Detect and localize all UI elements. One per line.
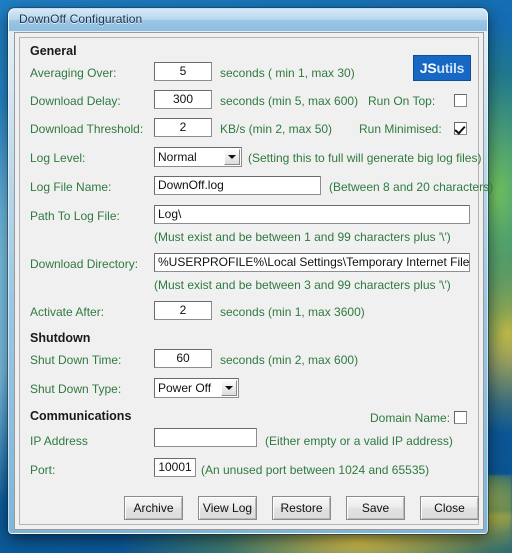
- save-button[interactable]: Save: [346, 496, 405, 520]
- view-log-button[interactable]: View Log: [198, 496, 257, 520]
- archive-button[interactable]: Archive: [124, 496, 183, 520]
- hint-log-level: (Setting this to full will generate big …: [248, 151, 482, 165]
- input-download-delay[interactable]: 300: [154, 90, 212, 109]
- checkbox-run-on-top[interactable]: [454, 94, 467, 107]
- input-shut-down-time[interactable]: 60: [154, 349, 212, 368]
- window-title: DownOff Configuration: [19, 12, 143, 26]
- label-port: Port:: [30, 463, 56, 477]
- chevron-down-icon[interactable]: [224, 149, 240, 165]
- group-title-shutdown: Shutdown: [30, 331, 91, 345]
- label-domain-name: Domain Name:: [370, 411, 451, 425]
- group-title-communications: Communications: [30, 409, 132, 423]
- downoff-configuration-window: DownOff Configuration General JS utils Av…: [8, 8, 493, 534]
- hint-activate-after: seconds (min 1, max 3600): [220, 305, 365, 319]
- label-ip-address: IP Address: [30, 434, 88, 448]
- restore-button[interactable]: Restore: [272, 496, 331, 520]
- hint-ip-address: (Either empty or a valid IP address): [265, 434, 453, 448]
- dropdown-log-level-value: Normal: [158, 150, 197, 164]
- settings-panel: General JS utils Averaging Over: 5 second…: [19, 37, 493, 525]
- hint-path-to-log-file: (Must exist and be between 1 and 99 char…: [154, 230, 451, 244]
- hint-download-threshold: KB/s (min 2, max 50): [220, 122, 333, 136]
- label-log-level: Log Level:: [30, 151, 86, 165]
- window-titlebar[interactable]: DownOff Configuration: [9, 9, 487, 31]
- logo-text-utils: utils: [436, 60, 465, 76]
- input-download-threshold[interactable]: 2: [154, 118, 212, 137]
- dropdown-shut-down-type-value: Power Off: [158, 381, 212, 395]
- label-shut-down-type: Shut Down Type:: [30, 382, 122, 396]
- label-run-on-top: Run On Top:: [368, 94, 436, 108]
- checkbox-run-minimised[interactable]: [454, 122, 467, 135]
- input-path-to-log-file[interactable]: Log\: [154, 205, 470, 224]
- input-download-directory[interactable]: %USERPROFILE%\Local Settings\Temporary I…: [154, 253, 470, 272]
- label-download-directory: Download Directory:: [30, 257, 139, 271]
- hint-log-file-name: (Between 8 and 20 characters): [329, 180, 494, 194]
- input-ip-address[interactable]: [154, 428, 257, 447]
- hint-averaging-over: seconds ( min 1, max 30): [220, 66, 355, 80]
- input-activate-after[interactable]: 2: [154, 301, 212, 320]
- chevron-down-icon[interactable]: [221, 380, 237, 396]
- hint-download-directory: (Must exist and be between 3 and 99 char…: [154, 278, 451, 292]
- close-button[interactable]: Close: [420, 496, 479, 520]
- label-path-to-log-file: Path To Log File:: [30, 209, 120, 223]
- label-run-minimised: Run Minimised:: [359, 122, 442, 136]
- dropdown-log-level[interactable]: Normal: [154, 147, 242, 167]
- label-log-file-name: Log File Name:: [30, 180, 112, 194]
- jsutils-logo: JS utils: [413, 55, 471, 81]
- logo-text-js: JS: [419, 60, 437, 76]
- checkbox-domain-name[interactable]: [454, 411, 467, 424]
- window-client-area: General JS utils Averaging Over: 5 second…: [14, 32, 493, 530]
- input-port[interactable]: 10001: [154, 458, 196, 477]
- label-averaging-over: Averaging Over:: [30, 66, 117, 80]
- input-averaging-over[interactable]: 5: [154, 62, 212, 81]
- group-title-general: General: [30, 44, 77, 58]
- dropdown-shut-down-type[interactable]: Power Off: [154, 378, 239, 398]
- hint-download-delay: seconds (min 5, max 600): [220, 94, 359, 108]
- label-activate-after: Activate After:: [30, 305, 105, 319]
- label-download-threshold: Download Threshold:: [30, 122, 144, 136]
- input-log-file-name[interactable]: DownOff.log: [154, 176, 321, 195]
- hint-port: (An unused port between 1024 and 65535): [201, 463, 430, 477]
- hint-shut-down-time: seconds (min 2, max 600): [220, 353, 359, 367]
- label-shut-down-time: Shut Down Time:: [30, 353, 122, 367]
- label-download-delay: Download Delay:: [30, 94, 121, 108]
